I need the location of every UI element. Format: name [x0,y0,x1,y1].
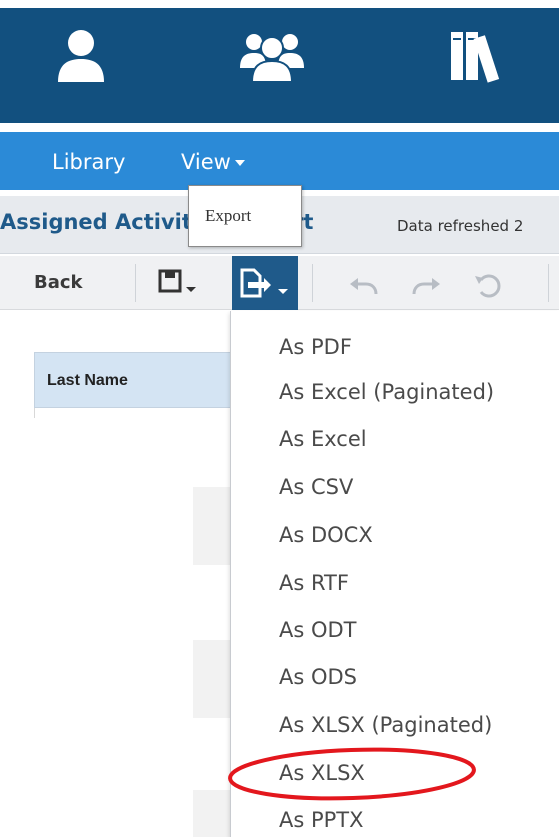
export-as-docx[interactable]: As DOCX [279,523,373,547]
export-as-pdf[interactable]: As PDF [279,335,352,359]
report-toolbar: Back [0,256,559,310]
user-icon[interactable] [54,28,108,84]
chevron-down-icon [278,289,288,294]
table-header-last-name[interactable]: Last Name [34,352,234,408]
table-row [193,487,233,565]
undo-button[interactable] [344,256,384,310]
export-as-csv[interactable]: As CSV [279,475,353,499]
table-row [193,790,233,837]
menu-bar: Library View [0,132,559,190]
reset-button[interactable] [469,256,509,310]
table-body [34,408,234,418]
export-dropdown-menu: As PDF As Excel (Paginated) As Excel As … [230,311,559,837]
export-as-rtf[interactable]: As RTF [279,571,349,595]
redo-button[interactable] [406,256,446,310]
export-as-pptx[interactable]: As PPTX [279,808,364,832]
export-as-ods[interactable]: As ODS [279,665,357,689]
toolbar-divider [312,264,313,302]
export-icon [240,268,271,298]
export-as-xlsx[interactable]: As XLSX [279,761,365,785]
menu-view[interactable]: View [181,150,245,174]
toolbar-divider [548,264,549,302]
menu-view-label: View [181,150,231,174]
export-button[interactable] [232,256,298,310]
tooltip-label: Export [205,206,252,225]
export-as-xlsx-paginated[interactable]: As XLSX (Paginated) [279,713,492,737]
chevron-down-icon [186,287,196,292]
app-header [0,8,559,123]
export-as-excel-paginated[interactable]: As Excel (Paginated) [279,380,494,404]
export-tooltip: Export [188,185,302,247]
save-button[interactable] [152,256,218,310]
undo-icon [350,278,378,295]
menu-library[interactable]: Library [52,150,125,174]
reset-icon [475,274,501,298]
chevron-down-icon [234,160,245,166]
column-header-label: Last Name [47,372,128,389]
library-books-icon[interactable] [449,28,505,84]
toolbar-divider [135,264,136,302]
users-group-icon[interactable] [240,28,304,84]
back-button[interactable]: Back [34,272,83,293]
export-as-excel[interactable]: As Excel [279,427,367,451]
redo-icon [412,278,440,295]
data-refreshed-text: Data refreshed 2 [397,217,524,235]
export-as-odt[interactable]: As ODT [279,618,357,642]
table-row [193,640,233,718]
save-icon [158,269,182,293]
menu-library-label: Library [52,150,126,174]
